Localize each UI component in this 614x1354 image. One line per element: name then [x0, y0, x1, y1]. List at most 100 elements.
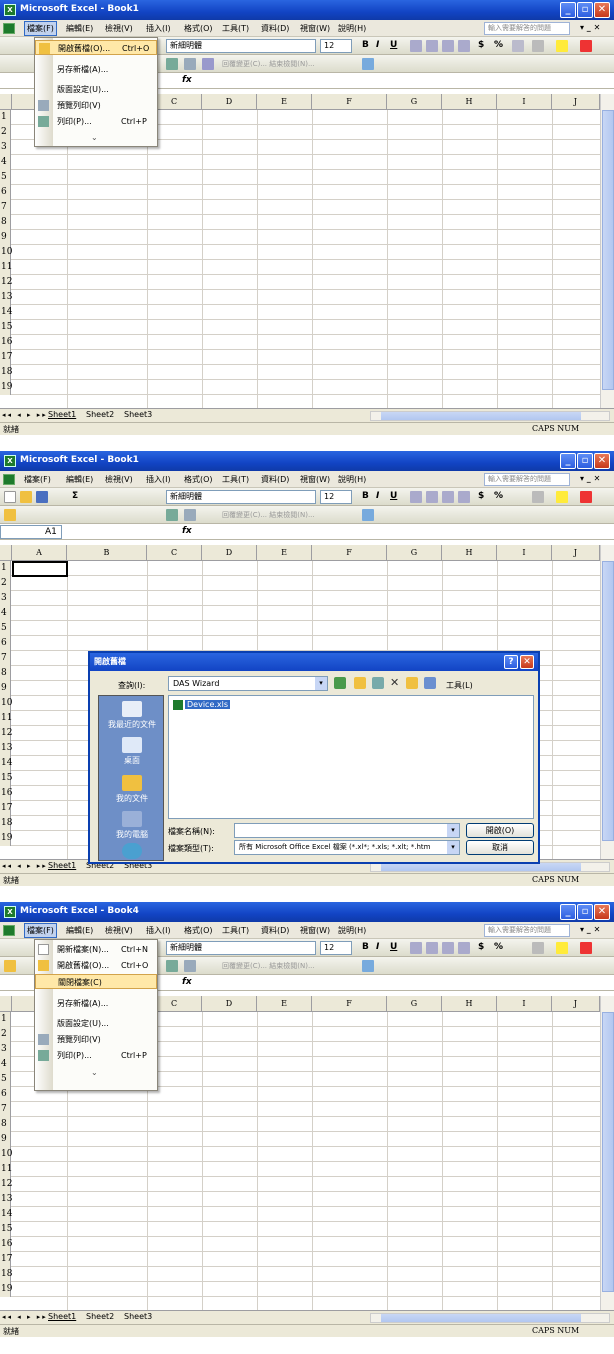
scroll-thumb[interactable]	[602, 110, 614, 390]
menu-format[interactable]: 格式(O)	[184, 474, 213, 485]
column-header[interactable]: F	[312, 545, 387, 561]
open-folder-icon[interactable]	[20, 491, 32, 503]
up-folder-icon[interactable]	[354, 677, 366, 689]
horizontal-scrollbar[interactable]	[370, 411, 610, 421]
menu-view[interactable]: 檢視(V)	[105, 23, 133, 34]
row-header[interactable]: 8	[0, 215, 11, 230]
fill-color-icon[interactable]	[556, 942, 568, 954]
tab-sheet3[interactable]: Sheet3	[124, 1312, 152, 1321]
h-scroll-thumb[interactable]	[381, 1314, 581, 1322]
underline-button[interactable]: U	[390, 491, 397, 501]
row-header[interactable]: 12	[0, 275, 12, 290]
row-header[interactable]: 18	[0, 365, 12, 380]
column-header[interactable]: E	[257, 996, 312, 1012]
percent-button[interactable]: %	[494, 40, 503, 50]
vertical-scrollbar[interactable]	[600, 545, 614, 859]
font-color-icon[interactable]	[580, 40, 592, 52]
row-header[interactable]: 5	[0, 170, 11, 185]
row-header[interactable]: 16	[0, 335, 12, 350]
row-header[interactable]: 11	[0, 711, 12, 726]
row-header[interactable]: 1	[0, 1012, 11, 1027]
menu-item-open[interactable]: 開啟舊檔(O)... Ctrl+O	[35, 40, 157, 55]
column-header[interactable]: I	[497, 996, 552, 1012]
tab-sheet1[interactable]: Sheet1	[48, 410, 76, 419]
row-header[interactable]: 17	[0, 801, 12, 816]
row-header[interactable]: 12	[0, 1177, 12, 1192]
dialog-close-button[interactable]: ✕	[520, 655, 534, 669]
column-header[interactable]: H	[442, 545, 497, 561]
toolbar-icon[interactable]	[4, 509, 16, 521]
row-header[interactable]: 1	[0, 110, 11, 125]
tools-menu[interactable]: 工具(L)	[446, 680, 473, 691]
menu-insert[interactable]: 插入(I)	[146, 474, 171, 485]
tab-sheet2[interactable]: Sheet2	[86, 1312, 114, 1321]
underline-button[interactable]: U	[390, 40, 397, 50]
menu-window[interactable]: 視窗(W)	[300, 23, 330, 34]
search-web-icon[interactable]	[372, 677, 384, 689]
tab-nav-arrows[interactable]: ◂◂ ◂ ▸ ▸▸	[2, 411, 48, 419]
row-header[interactable]: 15	[0, 771, 12, 786]
align-right-icon[interactable]	[442, 942, 454, 954]
menu-item-print[interactable]: 列印(P)... Ctrl+P	[35, 1048, 157, 1063]
menu-item-page-setup[interactable]: 版面設定(U)...	[35, 82, 157, 97]
align-center-icon[interactable]	[426, 942, 438, 954]
doc-window-controls[interactable]: ▾ _ ✕	[580, 925, 600, 934]
column-header[interactable]: F	[312, 996, 387, 1012]
italic-button[interactable]: I	[376, 40, 379, 50]
font-name-select[interactable]: 新細明體	[166, 941, 316, 955]
fx-icon[interactable]: fx	[182, 526, 192, 536]
column-header[interactable]: I	[497, 545, 552, 561]
help-search-input[interactable]: 輸入需要解答的問題	[484, 924, 570, 937]
review-icon-2[interactable]	[184, 960, 196, 972]
review-text[interactable]: 回覆變更(C)... 結束檢閱(N)...	[222, 59, 315, 69]
indent-icon[interactable]	[512, 40, 524, 52]
minimize-button[interactable]: _	[560, 2, 576, 18]
row-header[interactable]: 6	[0, 1087, 11, 1102]
views-icon[interactable]	[424, 677, 436, 689]
menu-item-print-preview[interactable]: 預覽列印(V)	[35, 98, 157, 113]
row-header[interactable]: 17	[0, 350, 12, 365]
row-header[interactable]: 11	[0, 260, 12, 275]
borders-icon[interactable]	[532, 491, 544, 503]
borders-icon[interactable]	[532, 40, 544, 52]
merge-icon[interactable]	[458, 942, 470, 954]
italic-button[interactable]: I	[376, 491, 379, 501]
row-header[interactable]: 15	[0, 320, 12, 335]
font-size-select[interactable]: 12	[320, 39, 352, 53]
review-text[interactable]: 回覆變更(C)... 結束檢閱(N)...	[222, 961, 315, 971]
menu-view[interactable]: 檢視(V)	[105, 925, 133, 936]
row-header[interactable]: 14	[0, 1207, 12, 1222]
menu-file[interactable]: 檔案(F)	[24, 474, 51, 485]
menu-insert[interactable]: 插入(I)	[146, 23, 171, 34]
tab-sheet1[interactable]: Sheet1	[48, 1312, 76, 1321]
percent-button[interactable]: %	[494, 942, 503, 952]
row-header[interactable]: 13	[0, 741, 12, 756]
cancel-button[interactable]: 取消	[466, 840, 534, 855]
column-header[interactable]: J	[552, 545, 600, 561]
review-icon[interactable]	[166, 960, 178, 972]
column-header[interactable]: D	[202, 94, 257, 110]
review-icon[interactable]	[166, 58, 178, 70]
row-header[interactable]: 16	[0, 786, 12, 801]
scroll-thumb[interactable]	[602, 1012, 614, 1292]
row-header[interactable]: 17	[0, 1252, 12, 1267]
menu-format[interactable]: 格式(O)	[184, 925, 213, 936]
new-folder-icon[interactable]	[406, 677, 418, 689]
font-color-icon[interactable]	[580, 942, 592, 954]
delete-icon[interactable]: ✕	[390, 677, 402, 689]
chart-icon[interactable]	[362, 960, 374, 972]
column-header[interactable]: D	[202, 545, 257, 561]
menu-edit[interactable]: 編輯(E)	[66, 925, 93, 936]
borders-icon[interactable]	[532, 942, 544, 954]
currency-button[interactable]: $	[478, 942, 484, 952]
row-header[interactable]: 14	[0, 756, 12, 771]
row-header[interactable]: 11	[0, 1162, 12, 1177]
row-header[interactable]: 12	[0, 726, 12, 741]
row-header[interactable]: 16	[0, 1237, 12, 1252]
row-header[interactable]: 13	[0, 290, 12, 305]
row-header[interactable]: 4	[0, 155, 11, 170]
maximize-button[interactable]: ▫	[577, 453, 593, 469]
place-recent[interactable]: 我最近的文件	[99, 698, 165, 734]
new-file-icon[interactable]	[4, 491, 16, 503]
merge-icon[interactable]	[458, 40, 470, 52]
